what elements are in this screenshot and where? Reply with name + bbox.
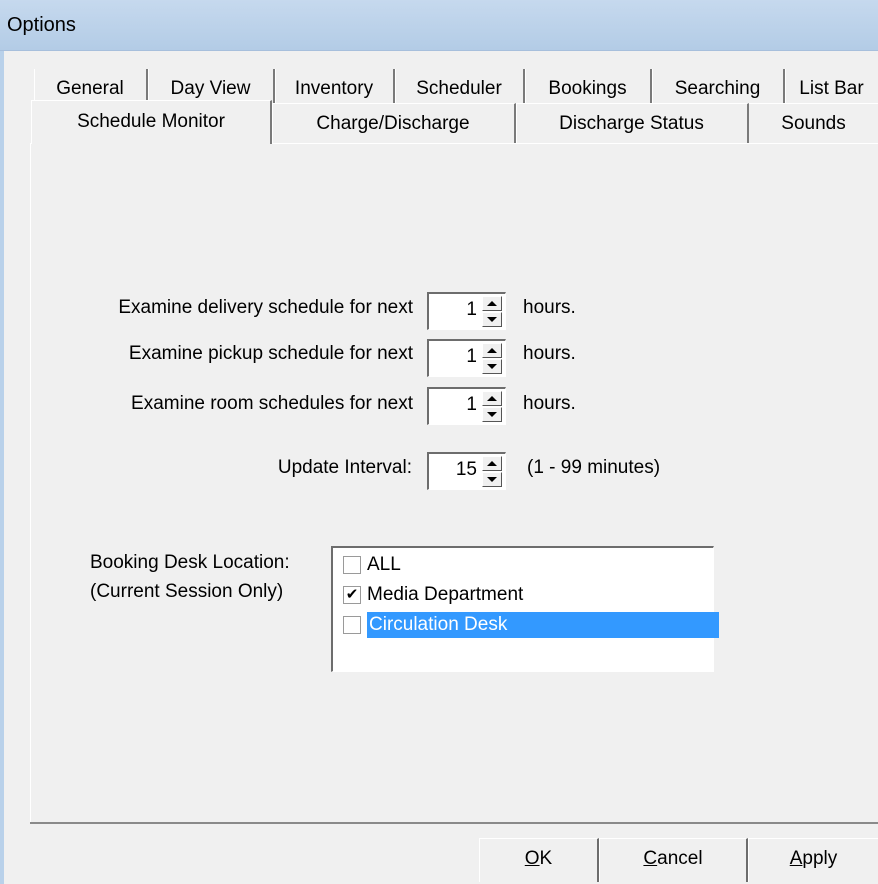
booking-desk-sublabel: (Current Session Only) (90, 581, 284, 602)
spinner-arrows (482, 391, 502, 422)
pickup-schedule-label: Examine pickup schedule for next (128, 343, 413, 364)
tab-discharge-status[interactable]: Discharge Status (516, 103, 749, 144)
cancel-button[interactable]: Cancel (599, 838, 748, 882)
spinner-arrows (482, 456, 502, 487)
title-bar[interactable]: Options (0, 0, 878, 51)
panel-border-left (30, 143, 31, 823)
window-title: Options (7, 14, 76, 36)
spinner-arrows (482, 343, 502, 374)
ok-button[interactable]: OK (479, 838, 599, 882)
booking-desk-label: Booking Desk Location: (90, 552, 290, 573)
checkbox-all[interactable] (343, 556, 361, 574)
pickup-hours-unit: hours. (523, 343, 576, 364)
update-interval-label: Update Interval: (277, 457, 412, 478)
list-item-label: Media Department (367, 584, 524, 605)
tab-schedule-monitor[interactable]: Schedule Monitor (31, 100, 272, 144)
update-interval-range: (1 - 99 minutes) (527, 457, 661, 478)
spin-down-icon[interactable] (482, 312, 502, 327)
checkbox-circulation-desk[interactable] (343, 616, 361, 634)
tab-inventory[interactable]: Inventory (275, 69, 395, 105)
spin-up-icon[interactable] (482, 296, 502, 311)
tab-scheduler[interactable]: Scheduler (395, 69, 525, 105)
delivery-hours-unit: hours. (523, 297, 576, 318)
update-interval-value[interactable]: 15 (456, 459, 477, 481)
spin-down-icon[interactable] (482, 359, 502, 374)
spin-up-icon[interactable] (482, 343, 502, 358)
spin-up-icon[interactable] (482, 456, 502, 471)
room-schedule-label: Examine room schedules for next (131, 393, 413, 414)
tab-sounds[interactable]: Sounds (749, 103, 878, 143)
panel-border-bottom (30, 822, 878, 824)
apply-button[interactable]: Apply (748, 838, 878, 882)
checkbox-media-department[interactable]: ✔ (343, 586, 361, 604)
tab-list-bar[interactable]: List Bar (785, 69, 878, 105)
room-hours-spinner[interactable]: 1 (427, 387, 506, 425)
booking-desk-listbox[interactable]: ALL ✔ Media Department Circulation Desk (331, 546, 719, 672)
room-hours-value[interactable]: 1 (466, 394, 477, 416)
spin-down-icon[interactable] (482, 407, 502, 422)
check-mark-icon: ✔ (345, 586, 359, 603)
list-item-label: ALL (367, 554, 401, 575)
tab-charge-discharge[interactable]: Charge/Discharge (272, 103, 516, 144)
update-interval-spinner[interactable]: 15 (427, 452, 506, 490)
delivery-hours-spinner[interactable]: 1 (427, 292, 506, 330)
tab-bookings[interactable]: Bookings (525, 69, 652, 105)
window-frame-left (0, 0, 4, 884)
list-item-media-department[interactable]: ✔ Media Department (343, 580, 713, 608)
spinner-arrows (482, 296, 502, 327)
tab-searching[interactable]: Searching (652, 69, 785, 105)
pickup-hours-value[interactable]: 1 (466, 346, 477, 368)
delivery-schedule-label: Examine delivery schedule for next (118, 297, 413, 318)
delivery-hours-value[interactable]: 1 (466, 299, 477, 321)
spin-down-icon[interactable] (482, 472, 502, 487)
list-item-label: Circulation Desk (367, 612, 719, 638)
pickup-hours-spinner[interactable]: 1 (427, 339, 506, 377)
list-item-all[interactable]: ALL (343, 550, 713, 578)
spin-up-icon[interactable] (482, 391, 502, 406)
room-hours-unit: hours. (523, 393, 576, 414)
list-item-circulation-desk[interactable]: Circulation Desk (343, 610, 719, 638)
